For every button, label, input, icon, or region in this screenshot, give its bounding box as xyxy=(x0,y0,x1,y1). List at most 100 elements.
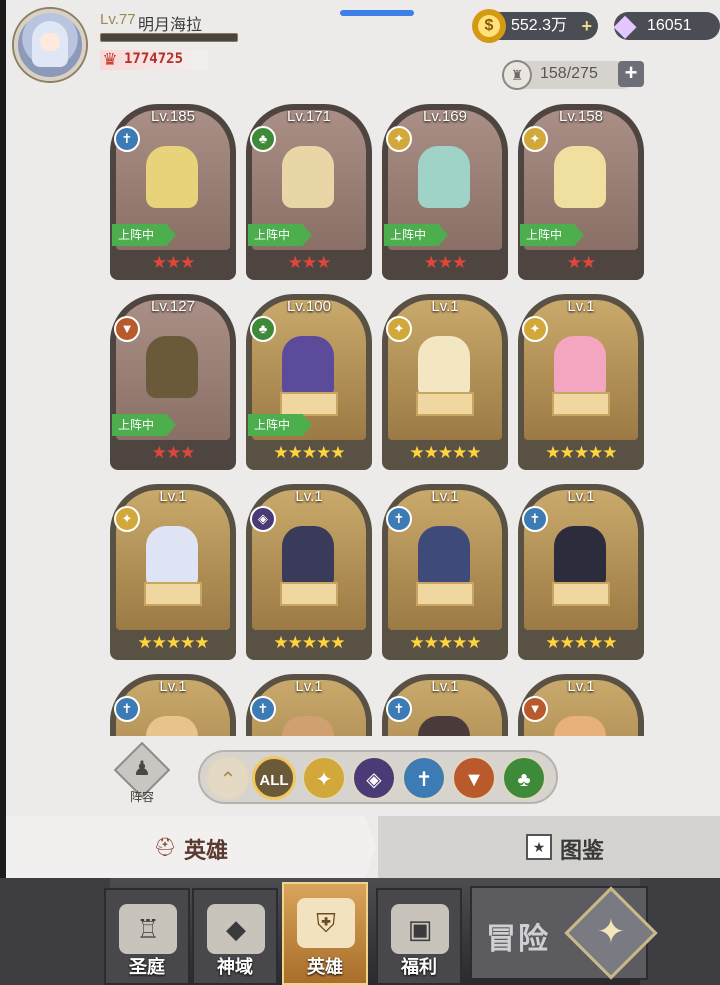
dark-faction-icon: ◈ xyxy=(250,506,276,532)
hero-pedestal xyxy=(280,582,338,606)
sort-up-icon[interactable]: ⌃ xyxy=(206,756,250,800)
hero-pedestal xyxy=(416,392,474,416)
hero-card[interactable]: Lv.1 ✝ xyxy=(382,674,508,736)
hero-stars: ★★★ xyxy=(151,443,196,462)
adventure-button[interactable]: 冒险 ✦ xyxy=(470,886,658,980)
hero-level: Lv.1 xyxy=(567,678,595,695)
hero-card[interactable]: Lv.1 ✦ ★★★★★ xyxy=(382,294,508,470)
filter-all[interactable]: ALL xyxy=(252,756,296,800)
tab-heroes-label: 英雄 xyxy=(184,838,229,863)
hero-card[interactable]: Lv.127 ▼ 上阵中 ★★★ xyxy=(110,294,236,470)
hero-card[interactable]: Lv.169 ✦ 上阵中 ★★★ xyxy=(382,104,508,280)
lineup-button[interactable]: ♟ 阵容 xyxy=(113,741,171,806)
hero-card[interactable]: Lv.1 ✝ xyxy=(110,674,236,736)
treasure-chest-icon: ▣ xyxy=(391,904,449,954)
nav-divine[interactable]: ◆ 神域 xyxy=(192,888,278,985)
nav-divine-label: 神域 xyxy=(217,957,253,977)
hero-level: Lv.1 xyxy=(431,678,459,695)
compass-icon: ✦ xyxy=(596,913,626,951)
tab-heroes[interactable]: ⛑ 英雄 xyxy=(6,816,376,878)
nav-rewards[interactable]: ▣ 福利 xyxy=(376,888,462,985)
hero-card[interactable]: Lv.100 ♣ 上阵中 ★★★★★ xyxy=(246,294,372,470)
hero-stars: ★★★ xyxy=(287,253,332,272)
hero-sprite xyxy=(554,526,606,588)
hero-pedestal xyxy=(280,392,338,416)
hero-card[interactable]: Lv.1 ✦ ★★★★★ xyxy=(110,484,236,660)
castle-icon: ♖ xyxy=(119,904,177,954)
xp-bar xyxy=(100,33,238,42)
hero-level: Lv.1 xyxy=(159,488,187,505)
hero-card[interactable]: Lv.185 ✝ 上阵中 ★★★ xyxy=(110,104,236,280)
hero-sprite xyxy=(146,336,198,398)
deployed-badge: 上阵中 xyxy=(112,414,176,436)
hero-stars: ★★★★★ xyxy=(409,443,481,462)
hero-card[interactable]: Lv.1 ◈ ★★★★★ xyxy=(246,484,372,660)
player-name: 明月海拉 xyxy=(138,17,203,34)
holy-faction-icon: ✝ xyxy=(114,126,140,152)
hero-card[interactable]: Lv.158 ✦ 上阵中 ★★ xyxy=(518,104,644,280)
beast-faction-icon: ▼ xyxy=(522,696,548,722)
lineup-label: 阵容 xyxy=(129,790,154,804)
hero-level: Lv.185 xyxy=(151,108,195,125)
gold-display[interactable]: $ 552.3万 + xyxy=(472,9,598,43)
gold-coin-icon: $ xyxy=(472,9,506,43)
hero-grid: Lv.185 ✝ 上阵中 ★★★ Lv.171 ♣ 上阵中 ★★★ Lv.169 ✦ 上阵中 ★★★ L… xyxy=(110,104,650,736)
holy-faction-icon: ✝ xyxy=(522,506,548,532)
holy-faction-icon[interactable]: ✝ xyxy=(402,756,446,800)
hero-level: Lv.1 xyxy=(567,488,595,505)
beast-faction-icon: ▼ xyxy=(114,316,140,342)
light-faction-icon: ✦ xyxy=(522,316,548,342)
tab-codex-label: 图鉴 xyxy=(560,838,605,863)
hero-sprite xyxy=(554,336,606,398)
hero-level: Lv.1 xyxy=(295,678,323,695)
hero-stars: ★★★★★ xyxy=(137,633,209,652)
hero-card[interactable]: Lv.1 ✝ ★★★★★ xyxy=(382,484,508,660)
gold-amount: 552.3万 xyxy=(511,17,568,34)
nav-sanctuary[interactable]: ♖ 圣庭 xyxy=(104,888,190,985)
light-faction-icon: ✦ xyxy=(386,316,412,342)
hero-card[interactable]: Lv.1 ✝ xyxy=(246,674,372,736)
light-faction-icon: ✦ xyxy=(522,126,548,152)
power-icon: ♛ xyxy=(102,50,118,69)
gold-plus-icon[interactable]: + xyxy=(581,12,592,40)
hero-sprite xyxy=(282,146,334,208)
hero-sprite xyxy=(282,526,334,588)
helmet-icon: ⛑ xyxy=(153,837,177,857)
deployed-badge: 上阵中 xyxy=(384,224,448,246)
hero-sprite xyxy=(146,526,198,588)
nav-rewards-label: 福利 xyxy=(401,957,437,977)
hero-stars: ★★ xyxy=(566,253,596,272)
deployed-badge: 上阵中 xyxy=(520,224,584,246)
beast-faction-icon[interactable]: ▼ xyxy=(452,756,496,800)
hero-stars: ★★★★★ xyxy=(273,633,345,652)
expand-capacity-button[interactable]: + xyxy=(618,61,644,87)
light-faction-icon[interactable]: ✦ xyxy=(302,756,346,800)
nav-heroes[interactable]: ⛨ 英雄 xyxy=(282,882,368,985)
hero-stars: ★★★★★ xyxy=(545,443,617,462)
hero-sprite xyxy=(554,146,606,208)
pawn-icon: ♟ xyxy=(133,758,151,780)
hero-level: Lv.127 xyxy=(151,298,195,315)
hero-stars: ★★★★★ xyxy=(273,443,345,462)
hero-level: Lv.169 xyxy=(423,108,467,125)
dark-faction-icon[interactable]: ◈ xyxy=(352,756,396,800)
tab-codex[interactable]: ★ 图鉴 xyxy=(378,816,720,878)
deployed-badge: 上阵中 xyxy=(112,224,176,246)
hero-stars: ★★★ xyxy=(151,253,196,272)
hero-card[interactable]: Lv.1 ▼ xyxy=(518,674,644,736)
hero-card[interactable]: Lv.171 ♣ 上阵中 ★★★ xyxy=(246,104,372,280)
player-level: Lv.77 xyxy=(100,11,136,28)
gem-display[interactable]: ◆ 16051 xyxy=(613,9,720,42)
bottom-nav: ♖ 圣庭 ◆ 神域 ⛨ 英雄 ▣ 福利 冒险 ✦ xyxy=(0,878,720,985)
hero-level: Lv.1 xyxy=(567,298,595,315)
scroll-indicator xyxy=(340,10,414,16)
power-value: 1774725 xyxy=(124,51,184,67)
nature-faction-icon[interactable]: ♣ xyxy=(502,756,546,800)
player-avatar[interactable] xyxy=(14,9,86,81)
hero-pedestal xyxy=(144,582,202,606)
hero-card[interactable]: Lv.1 ✦ ★★★★★ xyxy=(518,294,644,470)
gem-amount: 16051 xyxy=(647,17,692,34)
hero-card[interactable]: Lv.1 ✝ ★★★★★ xyxy=(518,484,644,660)
light-faction-icon: ✦ xyxy=(386,126,412,152)
hero-level: Lv.1 xyxy=(159,678,187,695)
